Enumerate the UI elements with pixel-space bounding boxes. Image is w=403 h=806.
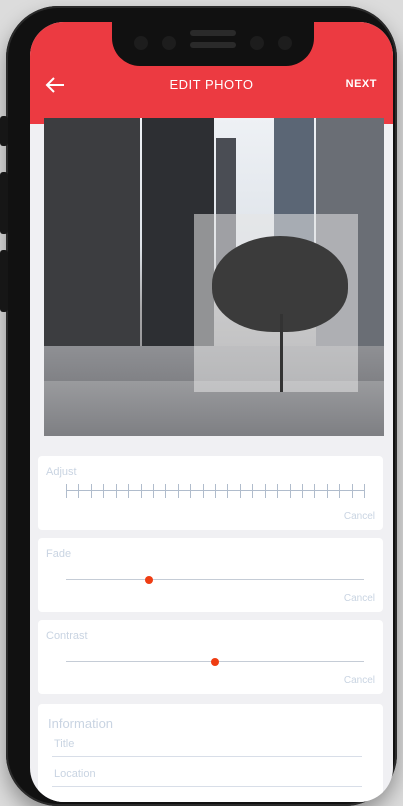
information-title: Information (48, 716, 114, 731)
ruler-tick (227, 484, 229, 498)
ruler-tick (339, 484, 341, 498)
contrast-cancel-button[interactable]: Cancel (344, 675, 375, 686)
phone-frame: EDIT PHOTO NEXT Adjust Cancel Fade Cance… (0, 6, 397, 806)
title-field[interactable]: Title (52, 734, 362, 757)
slider-track (66, 579, 364, 580)
ruler-tick (351, 484, 353, 498)
fade-label: Fade (46, 548, 72, 560)
location-field-label: Location (54, 768, 96, 780)
ruler-tick (364, 484, 365, 498)
title-field-label: Title (54, 738, 75, 750)
fade-cancel-button[interactable]: Cancel (344, 593, 375, 604)
volume-up-button (0, 172, 8, 234)
contrast-label: Contrast (46, 630, 88, 642)
ruler-tick (301, 484, 303, 498)
ruler-tick (314, 484, 316, 498)
ruler-tick (239, 484, 241, 498)
ruler-tick (66, 484, 67, 498)
ruler-tick (152, 484, 154, 498)
ruler-tick (103, 484, 105, 498)
ruler-tick (277, 484, 279, 498)
fade-card: Fade Cancel (38, 538, 383, 612)
slider-knob[interactable] (211, 658, 219, 666)
ruler-tick (128, 484, 130, 498)
page-title: EDIT PHOTO (169, 77, 254, 92)
building (44, 118, 140, 348)
adjust-cancel-button[interactable]: Cancel (344, 511, 375, 522)
ruler-tick (190, 484, 192, 498)
information-card: Information Title Location (38, 704, 383, 802)
notch (112, 22, 314, 66)
mute-switch (0, 116, 8, 146)
contrast-slider[interactable] (66, 656, 364, 668)
front-camera-dot (278, 36, 292, 50)
ruler-tick (326, 484, 328, 498)
ruler-tick (140, 484, 142, 498)
next-button[interactable]: NEXT (346, 78, 377, 90)
adjust-label: Adjust (46, 466, 77, 478)
location-field[interactable]: Location (52, 764, 362, 787)
app-bar: EDIT PHOTO NEXT (30, 22, 393, 124)
speaker-grill (190, 42, 236, 48)
photo-preview[interactable] (44, 118, 384, 436)
contrast-card: Contrast Cancel (38, 620, 383, 694)
ruler-tick (165, 484, 167, 498)
camera-dot (134, 36, 148, 50)
ruler-tick (215, 484, 216, 498)
ruler-tick (289, 484, 291, 498)
sensor-dot (250, 36, 264, 50)
screen: EDIT PHOTO NEXT Adjust Cancel Fade Cance… (30, 22, 393, 802)
ruler-tick (252, 484, 254, 498)
tree-trunk (280, 314, 283, 392)
speaker-grill (190, 30, 236, 36)
adjust-ruler[interactable] (66, 482, 365, 500)
slider-knob[interactable] (145, 576, 154, 584)
sensor-dot (162, 36, 176, 50)
ruler-tick (264, 484, 266, 498)
fade-slider[interactable] (66, 574, 364, 586)
volume-down-button (0, 250, 8, 312)
ruler-tick (115, 484, 117, 498)
adjust-card: Adjust Cancel (38, 456, 383, 530)
ruler-tick (90, 484, 92, 498)
ruler-tick (177, 484, 179, 498)
ruler-tick (202, 484, 204, 498)
ruler-tick (78, 484, 80, 498)
